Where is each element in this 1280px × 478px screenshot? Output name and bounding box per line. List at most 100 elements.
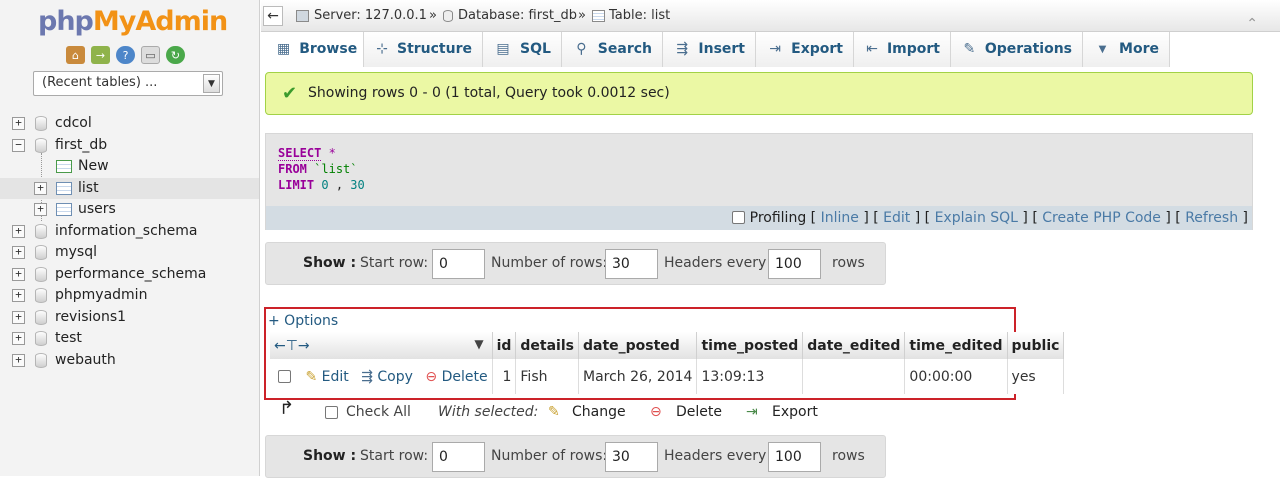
check-all-checkbox[interactable]: [325, 406, 338, 419]
expand-icon[interactable]: +: [34, 181, 47, 195]
expand-icon[interactable]: +: [12, 246, 25, 259]
create-php-code-link[interactable]: Create PHP Code: [1042, 210, 1161, 226]
explain-sql-link[interactable]: Explain SQL: [935, 210, 1018, 226]
help-icon[interactable]: ?: [116, 46, 135, 64]
cell-public[interactable]: yes: [1007, 359, 1065, 394]
options-link[interactable]: + Options: [268, 313, 338, 329]
column-header[interactable]: public: [1007, 332, 1065, 359]
cell-date-edited[interactable]: [802, 359, 906, 394]
column-header[interactable]: date_edited: [802, 332, 906, 359]
tree-db-first-db[interactable]: − first_db: [0, 135, 259, 157]
refresh-link[interactable]: Refresh: [1185, 210, 1238, 226]
collapse-icon[interactable]: −: [12, 138, 25, 152]
breadcrumb-server[interactable]: Server: 127.0.0.1: [314, 0, 427, 32]
recent-tables-select[interactable]: (Recent tables) ... ▼: [33, 71, 223, 96]
start-row-input[interactable]: 0: [432, 249, 485, 279]
expand-icon[interactable]: +: [12, 310, 25, 324]
logout-icon[interactable]: →: [91, 46, 110, 64]
column-header[interactable]: time_posted: [696, 332, 804, 359]
scroll-top-icon[interactable]: ⌃: [1246, 8, 1258, 40]
tree-db-information-schema[interactable]: + information_schema: [0, 221, 259, 243]
tree-db-webauth[interactable]: + webauth: [0, 350, 259, 372]
logo-myadmin: MyAdmin: [92, 6, 228, 37]
export-button[interactable]: Export: [772, 404, 818, 420]
expand-icon[interactable]: +: [12, 117, 25, 130]
tree-label[interactable]: revisions1: [55, 307, 126, 328]
headers-every-input[interactable]: 100: [768, 442, 821, 472]
breadcrumb-database[interactable]: Database: first_db: [458, 0, 577, 32]
tree-db-revisions1[interactable]: + revisions1: [0, 307, 259, 329]
expand-icon[interactable]: +: [12, 224, 25, 238]
column-resize-header[interactable]: ←⊤→ ▼: [270, 332, 493, 359]
tab-structure[interactable]: ⊹ Structure: [364, 32, 483, 67]
row-checkbox[interactable]: [278, 369, 291, 383]
tree-label[interactable]: cdcol: [55, 113, 92, 134]
check-all-label[interactable]: Check All: [346, 404, 411, 420]
reload-icon[interactable]: ↻: [166, 46, 185, 64]
tab-sql[interactable]: ▤ SQL: [483, 32, 562, 67]
home-icon[interactable]: ⌂: [66, 46, 85, 64]
column-header[interactable]: time_edited: [904, 332, 1008, 359]
phpmyadmin-logo[interactable]: phpMyAdmin: [38, 6, 228, 37]
delete-button[interactable]: Delete: [676, 404, 722, 420]
expand-icon[interactable]: +: [34, 203, 47, 216]
tab-operations[interactable]: ✎ Operations: [951, 32, 1083, 67]
database-tree: + cdcol − first_db New + list + users + …: [0, 113, 259, 371]
tree-label[interactable]: phpmyadmin: [55, 285, 147, 306]
change-button[interactable]: Change: [572, 404, 626, 420]
tree-label[interactable]: webauth: [55, 350, 116, 371]
column-header[interactable]: details: [515, 332, 579, 359]
tab-import[interactable]: ⇤ Import: [854, 32, 951, 67]
docs-icon[interactable]: ▭: [141, 46, 160, 64]
tree-db-test[interactable]: + test: [0, 328, 259, 350]
breadcrumb-table[interactable]: Table: list: [609, 0, 670, 32]
tree-label[interactable]: New: [78, 156, 109, 177]
cell-time-posted[interactable]: 13:09:13: [696, 359, 804, 394]
tree-label[interactable]: first_db: [55, 135, 107, 156]
num-rows-input[interactable]: 30: [605, 249, 658, 279]
cell-time-edited[interactable]: 00:00:00: [904, 359, 1008, 394]
column-header[interactable]: id: [492, 332, 517, 359]
tree-new-table[interactable]: New: [0, 156, 259, 178]
headers-every-input[interactable]: 100: [768, 249, 821, 279]
expand-icon[interactable]: +: [12, 332, 25, 345]
tree-label[interactable]: users: [78, 199, 116, 220]
column-arrows-icon[interactable]: ←⊤→: [274, 338, 310, 354]
start-row-input[interactable]: 0: [432, 442, 485, 472]
edit-link[interactable]: Edit: [883, 210, 910, 226]
expand-icon[interactable]: +: [12, 289, 25, 302]
profiling-checkbox[interactable]: [732, 211, 746, 224]
tree-db-mysql[interactable]: + mysql: [0, 242, 259, 264]
expand-icon[interactable]: +: [12, 353, 25, 367]
cell-date-posted[interactable]: March 26, 2014: [578, 359, 698, 394]
sql-keyword[interactable]: SELECT: [278, 146, 322, 161]
tree-label[interactable]: list: [78, 178, 99, 199]
tree-label[interactable]: information_schema: [55, 221, 198, 242]
inline-link[interactable]: Inline: [821, 210, 859, 226]
tree-label[interactable]: mysql: [55, 242, 97, 263]
tab-browse[interactable]: ▦ Browse: [265, 32, 364, 67]
tab-insert[interactable]: ⇶ Insert: [663, 32, 756, 67]
collapse-panel-icon[interactable]: ←: [263, 6, 283, 26]
tree-table-list[interactable]: + list: [0, 177, 259, 199]
tree-db-cdcol[interactable]: + cdcol: [0, 113, 259, 135]
edit-row-link[interactable]: Edit: [322, 369, 349, 385]
sql-query[interactable]: SELECT * FROM `list` LIMIT 0 , 30: [278, 145, 365, 193]
expand-icon[interactable]: +: [12, 267, 25, 281]
tree-db-performance-schema[interactable]: + performance_schema: [0, 264, 259, 286]
tab-search[interactable]: ⚲ Search: [562, 32, 663, 67]
row-actions: ✎ Edit ⇶ Copy ⊖ Delete: [270, 359, 493, 394]
cell-details[interactable]: Fish: [515, 359, 579, 394]
tab-more[interactable]: ▼ More: [1083, 32, 1170, 67]
copy-row-link[interactable]: Copy: [377, 369, 413, 385]
tree-table-users[interactable]: + users: [0, 199, 259, 221]
tree-db-phpmyadmin[interactable]: + phpmyadmin: [0, 285, 259, 307]
cell-id[interactable]: 1: [492, 359, 517, 394]
column-header[interactable]: date_posted: [578, 332, 698, 359]
num-rows-input[interactable]: 30: [605, 442, 658, 472]
tree-label[interactable]: performance_schema: [55, 264, 206, 285]
tab-export[interactable]: ⇥ Export: [756, 32, 854, 67]
delete-row-link[interactable]: Delete: [442, 369, 488, 385]
tree-label[interactable]: test: [55, 328, 82, 349]
sort-dropdown-icon[interactable]: ▼: [474, 337, 483, 351]
